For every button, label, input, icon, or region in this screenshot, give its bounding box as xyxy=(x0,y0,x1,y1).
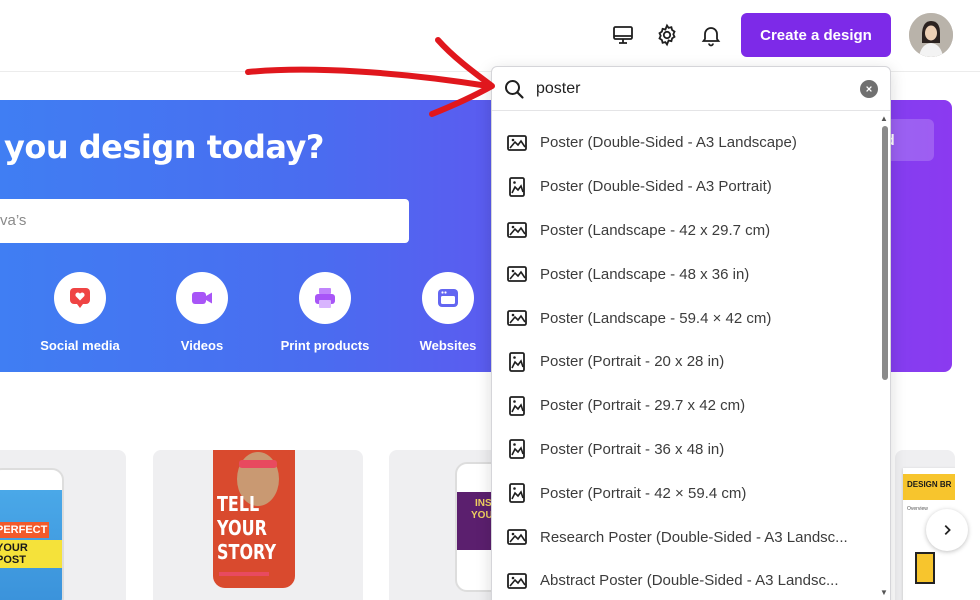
phone-mockup: PERFECT YOUR POST xyxy=(0,468,64,600)
perfect-label: PERFECT xyxy=(0,522,50,538)
template-thumbnail-tell-your-story[interactable]: TELL YOUR STORY xyxy=(153,450,363,600)
search-result-item[interactable]: Poster (Double-Sided - A3 Landscape) xyxy=(492,121,878,165)
story-line: TELL xyxy=(217,492,260,516)
heart-icon xyxy=(54,272,106,324)
search-input[interactable] xyxy=(536,76,836,102)
doc-image xyxy=(915,552,935,584)
landscape-image-icon xyxy=(506,526,528,548)
scroll-down-arrow[interactable]: ▼ xyxy=(880,588,888,597)
your-post-label: YOUR POST xyxy=(0,540,62,568)
avatar[interactable] xyxy=(909,13,953,57)
hero-search-input[interactable]: va’s xyxy=(0,199,409,243)
video-camera-icon xyxy=(176,272,228,324)
story-line: YOUR xyxy=(217,516,267,540)
template-thumbnail-instagram[interactable]: INS YOU xyxy=(389,450,499,600)
landscape-image-icon xyxy=(506,307,528,329)
category-label: Social media xyxy=(40,338,120,353)
dropdown-scrollbar[interactable] xyxy=(882,126,888,380)
phone-mockup: TELL YOUR STORY xyxy=(213,450,295,588)
dropdown-search-bar xyxy=(492,67,890,111)
top-bar: Create a design xyxy=(0,0,980,72)
category-label: Videos xyxy=(180,338,224,353)
landscape-image-icon xyxy=(506,219,528,241)
search-result-label: Poster (Landscape - 59.4 × 42 cm) xyxy=(540,309,772,327)
category-websites[interactable]: Websites xyxy=(393,272,503,353)
carousel-next-button[interactable] xyxy=(926,509,968,551)
your-text: YOU xyxy=(471,510,493,521)
category-videos[interactable]: Videos xyxy=(147,272,257,353)
search-result-item[interactable]: Poster (Double-Sided - A3 Portrait) xyxy=(492,165,878,209)
clear-search-button[interactable] xyxy=(860,80,878,98)
search-result-label: Abstract Poster (Double-Sided - A3 Lands… xyxy=(540,572,839,590)
template-thumbnail-perfect-post[interactable]: PERFECT YOUR POST xyxy=(0,450,126,600)
search-dropdown: Poster (Double-Sided - A3 Landscape) Post… xyxy=(491,66,891,600)
chevron-right-icon xyxy=(944,525,951,535)
search-result-label: Poster (Portrait - 42 × 59.4 cm) xyxy=(540,484,747,502)
landscape-image-icon xyxy=(506,263,528,285)
browser-window-icon xyxy=(422,272,474,324)
desktop-app-icon[interactable] xyxy=(610,22,636,48)
landscape-image-icon xyxy=(506,570,528,592)
search-result-label: Poster (Landscape - 42 x 29.7 cm) xyxy=(540,221,771,239)
portrait-image-icon xyxy=(506,351,528,373)
search-result-item[interactable]: Poster (Portrait - 42 × 59.4 cm) xyxy=(492,471,878,515)
category-label: Print products xyxy=(280,338,370,353)
search-result-item[interactable]: Poster (Portrait - 20 x 28 in) xyxy=(492,340,878,384)
portrait-image-icon xyxy=(506,395,528,417)
search-icon xyxy=(505,80,524,99)
story-line: STORY xyxy=(217,540,277,564)
category-print-products[interactable]: Print products xyxy=(270,272,380,353)
design-brief-sub: Overview xyxy=(907,506,928,512)
landscape-image-icon xyxy=(506,132,528,154)
search-result-item[interactable]: Abstract Poster (Double-Sided - A3 Lands… xyxy=(492,559,878,600)
portrait-image-icon xyxy=(506,482,528,504)
close-icon xyxy=(866,86,872,92)
category-social-media[interactable]: Social media xyxy=(25,272,135,353)
category-label: Websites xyxy=(419,338,477,353)
search-result-label: Poster (Landscape - 48 x 36 in) xyxy=(540,265,750,283)
search-result-item[interactable]: Poster (Portrait - 36 x 48 in) xyxy=(492,428,878,472)
sunglasses xyxy=(239,460,277,468)
portrait-image-icon xyxy=(506,438,528,460)
create-design-button[interactable]: Create a design xyxy=(741,13,891,57)
search-result-item[interactable]: Poster (Landscape - 48 x 36 in) xyxy=(492,252,878,296)
search-result-label: Poster (Portrait - 29.7 x 42 cm) xyxy=(540,397,746,415)
search-result-label: Research Poster (Double-Sided - A3 Lands… xyxy=(540,528,848,546)
story-text: TELL YOUR STORY xyxy=(217,492,276,564)
story-bar xyxy=(219,572,269,576)
scroll-up-arrow[interactable]: ▲ xyxy=(880,114,888,123)
bell-icon[interactable] xyxy=(698,22,724,48)
search-result-label: Poster (Double-Sided - A3 Landscape) xyxy=(540,134,797,152)
search-result-item[interactable]: Poster (Landscape - 42 x 29.7 cm) xyxy=(492,209,878,253)
search-result-label: Poster (Portrait - 36 x 48 in) xyxy=(540,440,725,458)
insta-text: INS xyxy=(475,498,492,509)
search-results-list: Poster (Double-Sided - A3 Landscape) Post… xyxy=(492,121,878,600)
hero-search-placeholder: va’s xyxy=(0,212,27,229)
printer-icon xyxy=(299,272,351,324)
hero-title: you design today? xyxy=(4,128,324,166)
canva-home-page: Create a design you design today? va’s o… xyxy=(0,0,980,600)
gear-icon[interactable] xyxy=(654,22,680,48)
search-result-label: Poster (Double-Sided - A3 Portrait) xyxy=(540,178,772,196)
search-result-item[interactable]: Research Poster (Double-Sided - A3 Lands… xyxy=(492,515,878,559)
portrait-image-icon xyxy=(506,176,528,198)
search-result-item[interactable]: Poster (Landscape - 59.4 × 42 cm) xyxy=(492,296,878,340)
search-result-item[interactable]: Poster (Portrait - 29.7 x 42 cm) xyxy=(492,384,878,428)
design-brief-title: DESIGN BR xyxy=(907,480,952,489)
search-result-label: Poster (Portrait - 20 x 28 in) xyxy=(540,353,725,371)
